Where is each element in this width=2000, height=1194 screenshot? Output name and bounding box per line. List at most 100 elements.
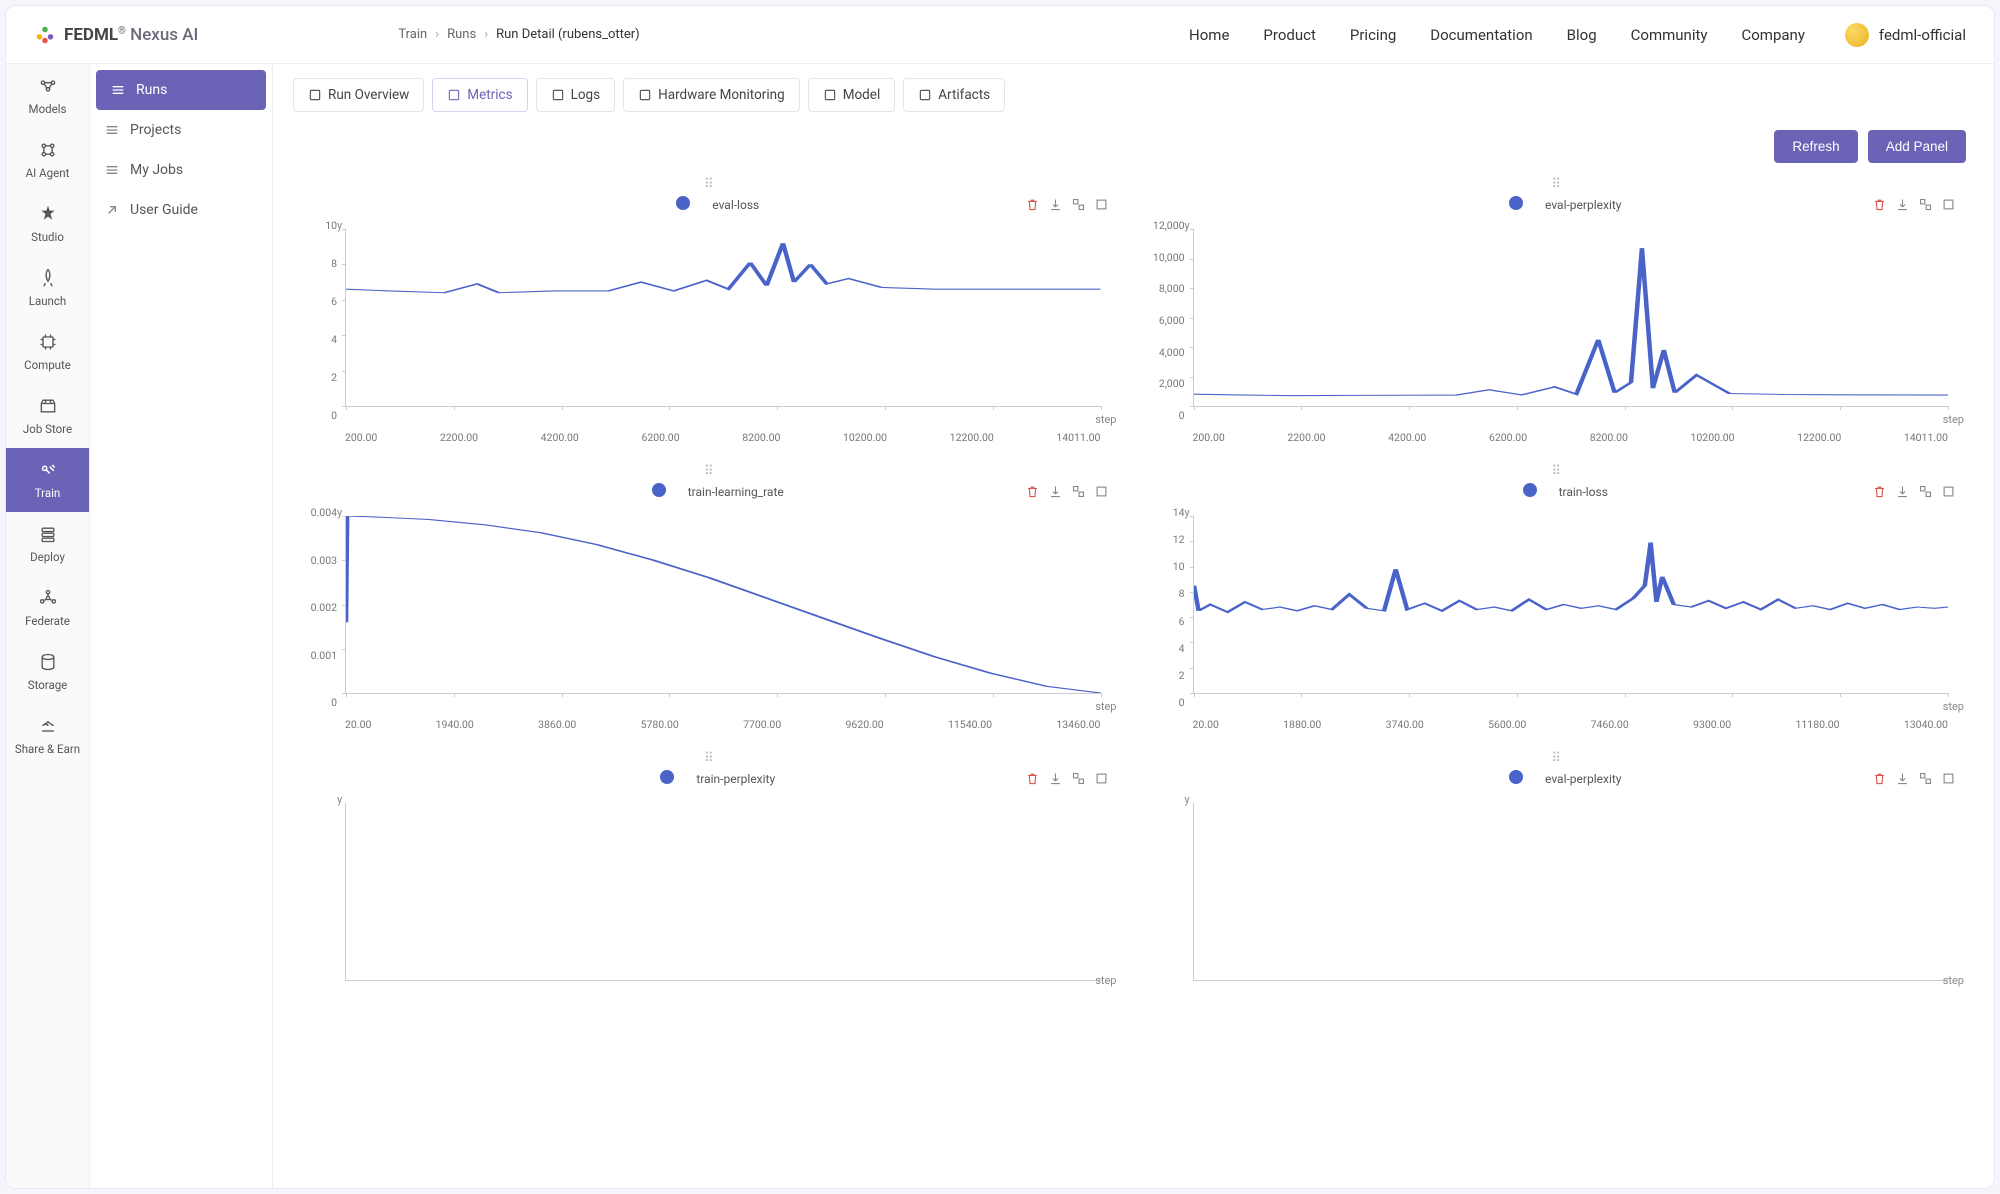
subnav-my-jobs[interactable]: My Jobs [90, 150, 272, 190]
download-icon[interactable] [1895, 197, 1910, 212]
chart-legend: eval-loss [301, 196, 1119, 213]
zoom-icon[interactable] [1918, 197, 1933, 212]
nav-home[interactable]: Home [1189, 26, 1229, 44]
subnav-user-guide[interactable]: User Guide [90, 190, 272, 230]
nav-product[interactable]: Product [1263, 26, 1315, 44]
refresh-button[interactable]: Refresh [1774, 130, 1857, 163]
rail-federate[interactable]: Federate [6, 576, 89, 640]
nav-blog[interactable]: Blog [1567, 26, 1597, 44]
delete-icon[interactable] [1872, 484, 1887, 499]
nav-pricing[interactable]: Pricing [1350, 26, 1396, 44]
chart-panel-eval-perplexity: ⠿eval-perplexityystep [1149, 747, 1967, 1015]
zoom-icon[interactable] [1918, 771, 1933, 786]
download-icon[interactable] [1048, 484, 1063, 499]
top-nav: Home Product Pricing Documentation Blog … [1189, 26, 1805, 44]
brand[interactable]: FEDML® Nexus AI [34, 24, 198, 46]
drag-handle-icon[interactable]: ⠿ [301, 751, 1119, 766]
zoom-icon[interactable] [1071, 484, 1086, 499]
nav-company[interactable]: Company [1741, 26, 1804, 44]
reset-icon[interactable] [1094, 197, 1109, 212]
deploy-icon [38, 524, 58, 544]
subnav-projects[interactable]: Projects [90, 110, 272, 150]
delete-icon[interactable] [1872, 197, 1887, 212]
crumb-train[interactable]: Train [398, 27, 427, 42]
chart-legend: eval-perplexity [1149, 196, 1967, 213]
federate-icon [38, 588, 58, 608]
chart-legend: eval-perplexity [1149, 770, 1967, 787]
rail-compute[interactable]: Compute [6, 320, 89, 384]
zoom-icon[interactable] [1071, 771, 1086, 786]
menu-icon [104, 162, 120, 178]
tab-artifacts[interactable]: Artifacts [903, 78, 1005, 112]
reset-icon[interactable] [1094, 771, 1109, 786]
share-icon [38, 716, 58, 736]
reset-icon[interactable] [1094, 484, 1109, 499]
chart-panel-train-learning_rate: ⠿train-learning_ratey0.0040.0030.0020.00… [301, 460, 1119, 741]
download-icon[interactable] [1048, 771, 1063, 786]
chart-panel-eval-perplexity: ⠿eval-perplexityy12,00010,0008,0006,0004… [1149, 173, 1967, 454]
crumb-runs[interactable]: Runs [447, 27, 476, 42]
tabbar: Run OverviewMetrics LogsHardware Monitori… [273, 64, 1994, 112]
rail-nav: ModelsAI AgentStudioLaunchComputeJob Sto… [6, 64, 90, 1188]
chart-legend: train-perplexity [301, 770, 1119, 787]
main-content: Run OverviewMetrics LogsHardware Monitori… [273, 64, 1994, 1188]
tab-icon [823, 88, 837, 102]
delete-icon[interactable] [1872, 771, 1887, 786]
rail-deploy[interactable]: Deploy [6, 512, 89, 576]
rail-models[interactable]: Models [6, 64, 89, 128]
tab-run-overview[interactable]: Run Overview [293, 78, 424, 112]
chart-panels: ⠿eval-lossy1086420step200.002200.004200.… [273, 173, 1994, 1035]
delete-icon[interactable] [1025, 197, 1040, 212]
drag-handle-icon[interactable]: ⠿ [301, 177, 1119, 192]
delete-icon[interactable] [1025, 484, 1040, 499]
drag-handle-icon[interactable]: ⠿ [1149, 177, 1967, 192]
tab-hardware-monitoring[interactable]: Hardware Monitoring [623, 78, 800, 112]
rail-share-earn[interactable]: Share & Earn [6, 704, 89, 768]
chart-tools [1025, 197, 1109, 212]
rail-launch[interactable]: Launch [6, 256, 89, 320]
models-icon [38, 76, 58, 96]
rail-train[interactable]: Train [6, 448, 89, 512]
tab-icon [308, 88, 322, 102]
download-icon[interactable] [1048, 197, 1063, 212]
studio-icon [38, 204, 58, 224]
series-marker-icon [1523, 483, 1537, 497]
chart-legend: train-learning_rate [301, 483, 1119, 500]
tab-icon [638, 88, 652, 102]
nav-community[interactable]: Community [1631, 26, 1708, 44]
rail-job-store[interactable]: Job Store [6, 384, 89, 448]
zoom-icon[interactable] [1071, 197, 1086, 212]
tab-metrics[interactable]: Metrics [432, 78, 527, 112]
breadcrumb: Train › Runs › Run Detail (rubens_otter) [398, 27, 639, 42]
drag-handle-icon[interactable]: ⠿ [301, 464, 1119, 479]
x-axis-label: step [1943, 974, 1964, 987]
add-panel-button[interactable]: Add Panel [1868, 130, 1966, 163]
nav-documentation[interactable]: Documentation [1430, 26, 1532, 44]
series-marker-icon [652, 483, 666, 497]
download-icon[interactable] [1895, 771, 1910, 786]
user-menu[interactable]: fedml-official [1845, 23, 1966, 47]
compute-icon [38, 332, 58, 352]
drag-handle-icon[interactable]: ⠿ [1149, 464, 1967, 479]
jobstore-icon [38, 396, 58, 416]
series-marker-icon [676, 196, 690, 210]
subnav-runs[interactable]: Runs [96, 70, 266, 110]
reset-icon[interactable] [1941, 771, 1956, 786]
rail-ai-agent[interactable]: AI Agent [6, 128, 89, 192]
delete-icon[interactable] [1025, 771, 1040, 786]
agent-icon [38, 140, 58, 160]
rail-storage[interactable]: Storage [6, 640, 89, 704]
rail-studio[interactable]: Studio [6, 192, 89, 256]
reset-icon[interactable] [1941, 197, 1956, 212]
reset-icon[interactable] [1941, 484, 1956, 499]
download-icon[interactable] [1895, 484, 1910, 499]
zoom-icon[interactable] [1918, 484, 1933, 499]
tab-model[interactable]: Model [808, 78, 896, 112]
username: fedml-official [1879, 26, 1966, 44]
chart-tools [1872, 484, 1956, 499]
tab-logs[interactable]: Logs [536, 78, 616, 112]
drag-handle-icon[interactable]: ⠿ [1149, 751, 1967, 766]
x-axis-label: step [1943, 413, 1964, 426]
tab-icon [551, 88, 565, 102]
brand-name: FEDML [64, 25, 118, 45]
